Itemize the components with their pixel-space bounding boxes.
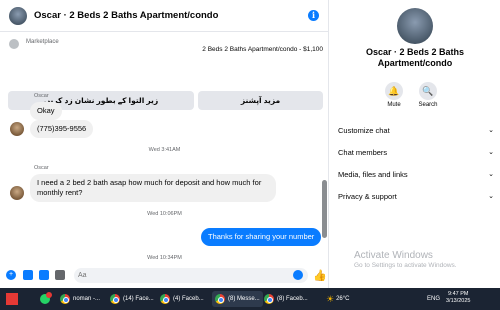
sticker-icon[interactable] [39, 270, 49, 280]
message-bubble[interactable]: I need a 2 bed 2 bath asap how much for … [30, 174, 276, 202]
timestamp: Wed 10:06PM [147, 211, 182, 217]
message-sender: Oscar [34, 93, 49, 99]
composer: + 👍 [0, 264, 329, 286]
chrome-icon [60, 294, 70, 304]
start-icon[interactable] [6, 293, 18, 305]
message-list: Oscar Okay (775)395-9556 Wed 3:41AM Osca… [0, 82, 329, 262]
avatar[interactable] [9, 7, 27, 25]
taskbar-label: (4) Faceb... [173, 296, 204, 302]
image-icon[interactable] [23, 270, 33, 280]
timestamp: Wed 10:34PM [147, 255, 182, 261]
message-bubble[interactable]: Okay [30, 102, 62, 120]
whatsapp-icon[interactable] [40, 291, 52, 307]
bell-icon: 🔔 [385, 82, 403, 100]
scrollbar-thumb[interactable] [322, 180, 327, 238]
search-label: Search [418, 102, 438, 108]
clock-date: 3/13/2025 [446, 298, 471, 304]
taskbar-label: (8) Faceb... [277, 296, 308, 302]
activate-windows-watermark: Activate Windows Go to Settings to activ… [354, 250, 457, 269]
message-bubble[interactable]: (775)395-9556 [30, 120, 94, 138]
search-icon: 🔍 [419, 82, 437, 100]
taskbar-item-facebook-8[interactable]: (8) Faceb... [264, 291, 308, 307]
weather-temp: 26°C [336, 296, 350, 302]
watermark-title: Activate Windows [354, 250, 433, 261]
avatar[interactable] [10, 186, 24, 200]
weather-widget[interactable]: ☀ 26°C [326, 291, 349, 307]
chat-pane: Oscar · 2 Beds 2 Baths Apartment/condo i… [0, 0, 329, 288]
taskbar-label: (14) Face... [123, 296, 154, 302]
watermark-subtitle: Go to Settings to activate Windows. [354, 262, 457, 269]
taskbar-item-messenger[interactable]: (8) Messe... [212, 291, 263, 307]
search-button[interactable]: 🔍 Search [408, 82, 448, 108]
chevron-down-icon: ⌄ [488, 171, 494, 178]
section-label: Privacy & support [338, 191, 397, 201]
chrome-icon [110, 294, 120, 304]
marketplace-label: Marketplace [26, 39, 59, 45]
timestamp: Wed 3:41AM [148, 147, 181, 153]
clock-time: 9:47 PM [447, 291, 469, 297]
language-indicator[interactable]: ENG [427, 291, 440, 307]
weather-icon: ☀ [326, 293, 335, 304]
taskbar-item-facebook-4[interactable]: (4) Faceb... [160, 291, 204, 307]
chevron-down-icon: ⌄ [488, 127, 494, 134]
chrome-icon [215, 294, 225, 304]
gif-icon[interactable] [55, 270, 65, 280]
chrome-icon [160, 294, 170, 304]
conversation-title[interactable]: Oscar · 2 Beds 2 Baths Apartment/condo [34, 10, 218, 21]
section-label: Media, files and links [338, 169, 408, 179]
taskbar-item-noman[interactable]: noman -... [60, 291, 100, 307]
taskbar-label: (8) Messe... [228, 296, 260, 302]
chrome-icon [264, 294, 274, 304]
avatar[interactable] [10, 122, 24, 136]
section-label: Chat members [338, 147, 388, 157]
chat-header: Oscar · 2 Beds 2 Baths Apartment/condo i [0, 0, 329, 32]
message-input[interactable] [74, 268, 308, 283]
avatar[interactable] [397, 8, 433, 44]
taskbar-label: noman -... [73, 296, 101, 302]
taskbar-item-facebook-14[interactable]: (14) Face... [110, 291, 154, 307]
listing-title[interactable]: 2 Beds 2 Baths Apartment/condo - $1,100 [202, 46, 323, 53]
contact-name: Oscar · 2 Beds 2 Baths Apartment/condo [365, 47, 465, 68]
conversation-details-panel: Oscar · 2 Beds 2 Baths Apartment/condo 🔔… [330, 0, 500, 288]
info-icon[interactable]: i [308, 10, 319, 21]
messenger-window: Oscar · 2 Beds 2 Baths Apartment/condo i… [0, 0, 500, 288]
section-media-files-links[interactable]: Media, files and links ⌄ [338, 164, 494, 184]
plus-icon[interactable]: + [6, 270, 16, 280]
emoji-icon[interactable] [293, 270, 303, 280]
message-bubble-outgoing[interactable]: Thanks for sharing your number [201, 228, 322, 246]
thumbs-up-icon[interactable]: 👍 [313, 269, 327, 282]
marketplace-banner: Marketplace 2 Beds 2 Baths Apartment/con… [0, 34, 329, 110]
section-label: Customize chat [338, 125, 390, 135]
section-privacy-support[interactable]: Privacy & support ⌄ [338, 186, 494, 206]
section-chat-members[interactable]: Chat members ⌄ [338, 142, 494, 162]
chevron-down-icon: ⌄ [488, 149, 494, 156]
section-customize-chat[interactable]: Customize chat ⌄ [338, 120, 494, 140]
message-sender: Oscar [34, 165, 49, 171]
clock[interactable]: 9:47 PM 3/13/2025 [446, 291, 470, 305]
taskbar: noman -... (14) Face... (4) Faceb... (8)… [0, 288, 500, 310]
chevron-down-icon: ⌄ [488, 193, 494, 200]
marketplace-icon [9, 39, 19, 49]
